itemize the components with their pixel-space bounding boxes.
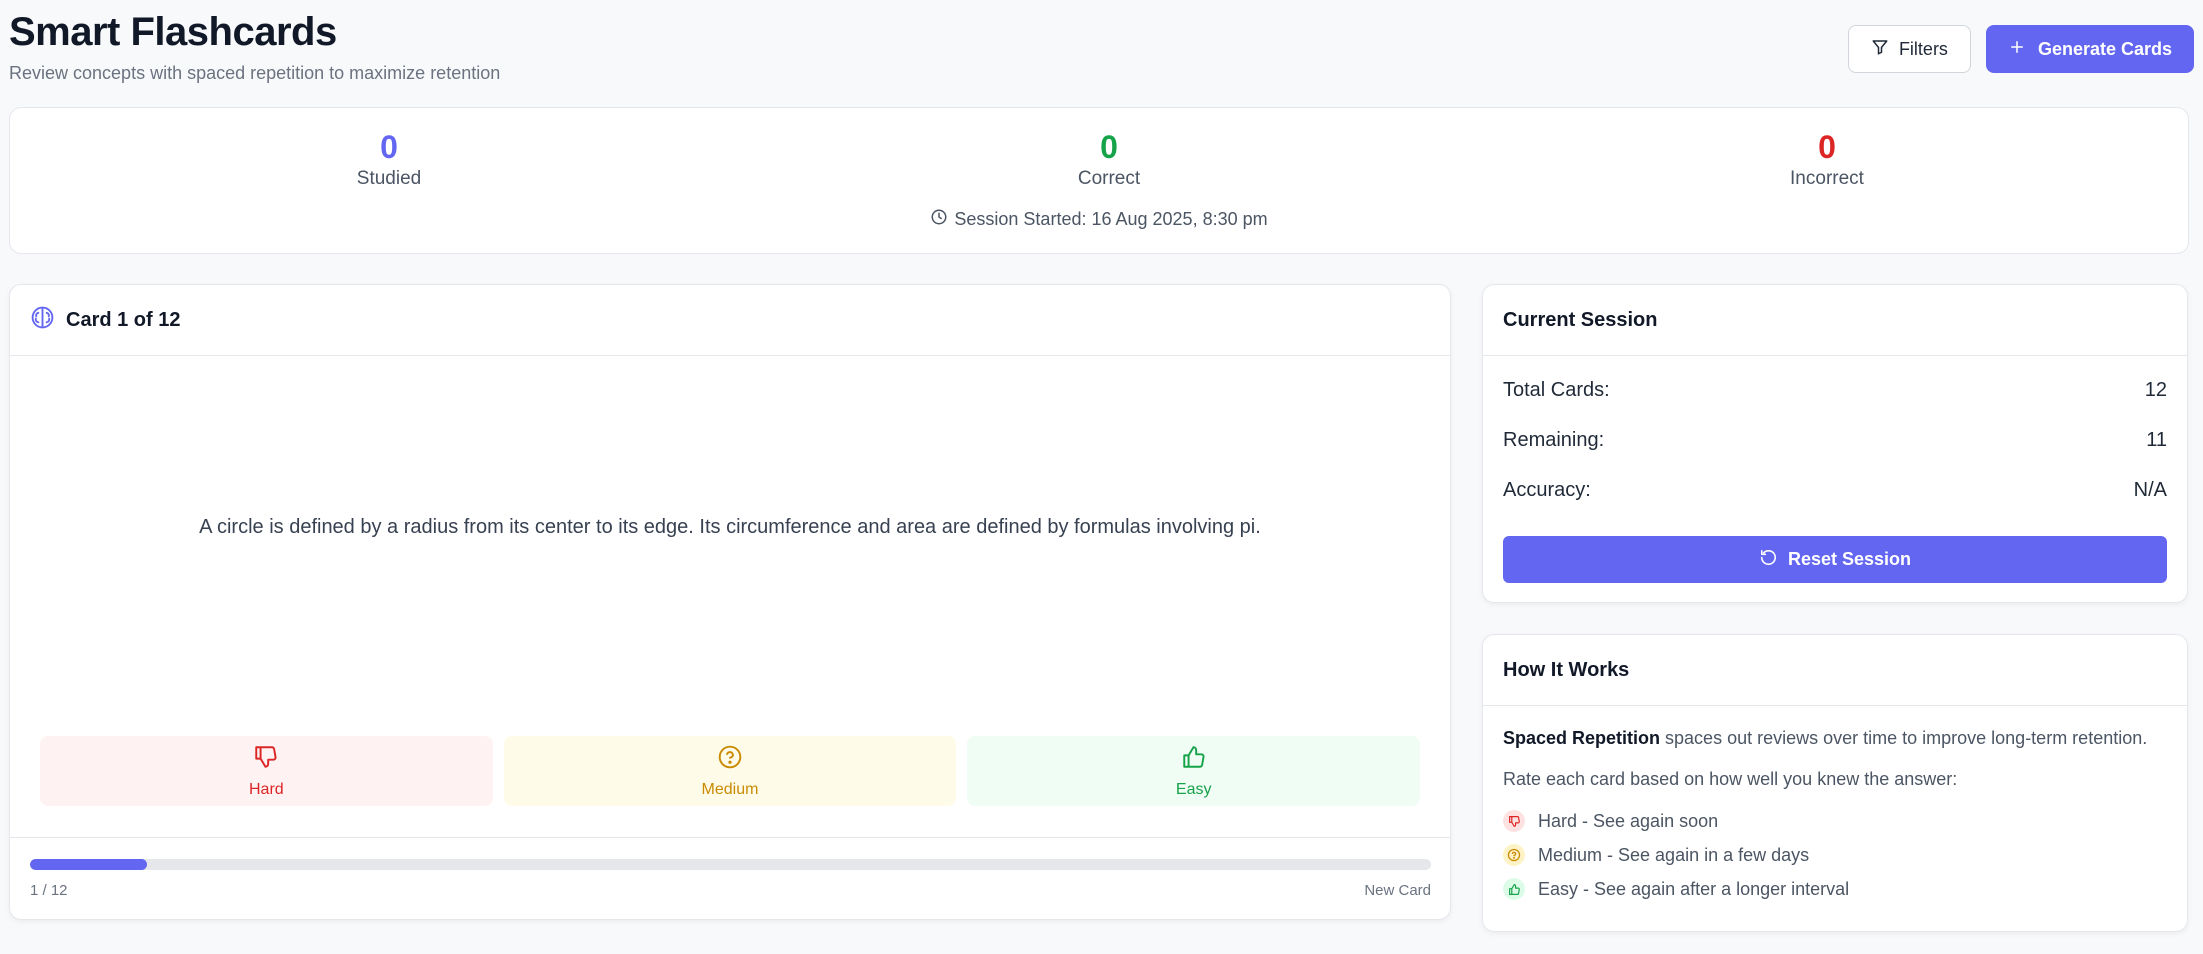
stat-correct: 0 Correct xyxy=(959,128,1259,190)
flashcard-body[interactable]: A circle is defined by a radius from its… xyxy=(10,357,1450,697)
stat-studied-label: Studied xyxy=(356,168,422,190)
session-row-total: Total Cards: 12 xyxy=(1503,379,2167,402)
session-row-accuracy: Accuracy: N/A xyxy=(1503,479,2167,502)
thumbs-down-icon xyxy=(253,744,279,775)
reset-icon xyxy=(1759,548,1778,572)
legend-item-easy: Easy - See again after a longer interval xyxy=(1503,878,2167,900)
flashcard-header: Card 1 of 12 xyxy=(10,285,1450,356)
page-subtitle: Review concepts with spaced repetition t… xyxy=(9,63,501,83)
legend-text: Easy - See again after a longer interval xyxy=(1538,878,1850,899)
rate-hard-label: Hard xyxy=(248,780,284,798)
session-row-value: 12 xyxy=(2144,379,2167,401)
session-row-label: Total Cards: xyxy=(1503,379,1610,401)
thumbs-down-icon xyxy=(1503,810,1525,832)
filters-button[interactable]: Filters xyxy=(1847,25,1971,73)
page-header: Smart Flashcards Review concepts with sp… xyxy=(9,0,2194,100)
session-started: Session Started: 16 Aug 2025, 8:30 pm xyxy=(10,208,2188,231)
progress-bar-fill xyxy=(30,859,147,870)
stat-incorrect: 0 Incorrect xyxy=(1677,128,1977,190)
filter-icon xyxy=(1871,38,1889,61)
flashcards-page: Smart Flashcards Review concepts with sp… xyxy=(0,0,2203,954)
thumbs-up-icon xyxy=(1503,878,1525,900)
progress-section: 1 / 12 New Card xyxy=(10,837,1450,921)
stat-correct-value: 0 xyxy=(1100,129,1118,165)
header-actions: Filters Generate Cards xyxy=(1847,25,2194,73)
flashcard-text: A circle is defined by a radius from its… xyxy=(199,515,1261,538)
rating-buttons: Hard Medium Easy xyxy=(40,736,1421,806)
session-row-label: Remaining: xyxy=(1503,429,1605,451)
flashcard-title: Card 1 of 12 xyxy=(66,308,181,331)
thumbs-up-icon xyxy=(1181,744,1207,775)
session-row-value: N/A xyxy=(2133,479,2167,501)
generate-cards-button[interactable]: Generate Cards xyxy=(1985,25,2194,73)
stat-correct-label: Correct xyxy=(1077,168,1141,190)
stat-studied-value: 0 xyxy=(380,129,398,165)
progress-bar xyxy=(30,859,1431,870)
spaced-repetition-term: Spaced Repetition xyxy=(1503,728,1661,748)
how-it-works-intro-text: spaces out reviews over time to improve … xyxy=(1660,728,2148,748)
legend-text: Medium - See again in a few days xyxy=(1538,844,1810,865)
how-it-works-title: How It Works xyxy=(1483,635,2187,706)
page-title: Smart Flashcards xyxy=(9,10,337,54)
current-session-title: Current Session xyxy=(1483,285,2187,356)
rate-easy-label: Easy xyxy=(1175,780,1212,798)
rate-easy-button[interactable]: Easy xyxy=(967,736,1421,806)
clock-icon xyxy=(930,208,948,231)
rate-hard-button[interactable]: Hard xyxy=(40,736,493,806)
session-row-remaining: Remaining: 11 xyxy=(1503,429,2167,452)
how-it-works-instruction: Rate each card based on how well you kne… xyxy=(1503,769,1958,789)
session-row-value: 11 xyxy=(2146,429,2167,451)
progress-count: 1 / 12 xyxy=(30,882,68,899)
generate-cards-label: Generate Cards xyxy=(2037,38,2172,59)
card-status: New Card xyxy=(1364,882,1431,899)
how-it-works-intro: Spaced Repetition spaces out reviews ove… xyxy=(1503,728,2167,749)
session-row-label: Accuracy: xyxy=(1503,479,1591,501)
reset-session-label: Reset Session xyxy=(1787,549,1912,569)
brain-icon xyxy=(30,305,55,335)
reset-session-button[interactable]: Reset Session xyxy=(1503,536,2167,583)
stats-card: 0 Studied 0 Correct 0 Incorrect Session … xyxy=(9,107,2189,254)
how-it-works-body: Spaced Repetition spaces out reviews ove… xyxy=(1483,706,2187,900)
current-session-panel: Current Session Total Cards: 12 Remainin… xyxy=(1482,284,2188,603)
question-circle-icon xyxy=(717,744,743,775)
rate-medium-label: Medium xyxy=(701,780,759,798)
legend-item-medium: Medium - See again in a few days xyxy=(1503,844,2167,866)
legend-text: Hard - See again soon xyxy=(1538,810,1719,831)
stat-incorrect-value: 0 xyxy=(1818,129,1836,165)
rate-medium-button[interactable]: Medium xyxy=(503,736,957,806)
session-started-text: Session Started: 16 Aug 2025, 8:30 pm xyxy=(954,209,1268,229)
stat-studied: 0 Studied xyxy=(239,128,539,190)
how-it-works-panel: How It Works Spaced Repetition spaces ou… xyxy=(1482,634,2188,932)
flashcard-panel: Card 1 of 12 A circle is defined by a ra… xyxy=(9,284,1451,920)
plus-icon xyxy=(2008,38,2026,61)
stat-incorrect-label: Incorrect xyxy=(1790,168,1864,190)
question-circle-icon xyxy=(1503,844,1525,866)
legend-item-hard: Hard - See again soon xyxy=(1503,810,2167,832)
filters-label: Filters xyxy=(1898,38,1948,59)
